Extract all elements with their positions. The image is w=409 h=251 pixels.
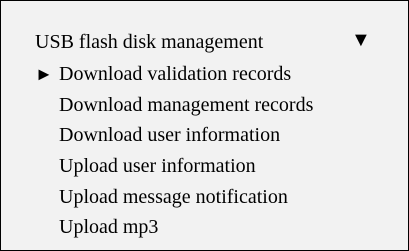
menu-item-label: Upload mp3 — [59, 216, 159, 238]
scroll-down-indicator-icon[interactable]: ▼ — [351, 28, 371, 52]
usb-flash-disk-menu-screen: USB flash disk management ▼ ► Download v… — [0, 0, 409, 251]
menu-item-label: Download validation records — [59, 63, 292, 85]
menu-item-label: Download user information — [59, 124, 281, 146]
menu-item-download-user-information[interactable]: Download user information — [59, 123, 280, 147]
menu-item-download-validation-records[interactable]: ► Download validation records — [35, 62, 292, 86]
menu-item-upload-user-information[interactable]: Upload user information — [59, 154, 256, 178]
menu-item-label: Upload message notification — [59, 186, 288, 208]
menu-item-label: Download management records — [59, 94, 314, 116]
menu-title: USB flash disk management — [35, 31, 264, 53]
menu-item-download-management-records[interactable]: Download management records — [59, 93, 313, 117]
menu-item-upload-mp3[interactable]: Upload mp3 — [59, 215, 158, 239]
selection-pointer-icon: ► — [35, 64, 53, 84]
menu-item-label: Upload user information — [59, 155, 256, 177]
menu-item-upload-message-notification[interactable]: Upload message notification — [59, 185, 288, 209]
